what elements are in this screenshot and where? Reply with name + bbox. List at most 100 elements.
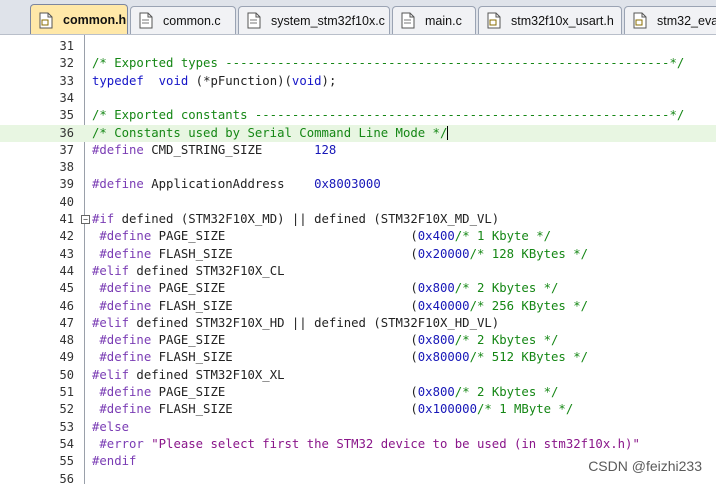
code-line[interactable]: 51 #define PAGE_SIZE (0x800/* 2 Kbytes *… — [0, 384, 716, 401]
code-line[interactable]: 46 #define FLASH_SIZE (0x40000/* 256 KBy… — [0, 298, 716, 315]
code-line[interactable]: 38 — [0, 159, 716, 176]
tab-common-c[interactable]: common.c — [130, 6, 236, 34]
code-token: PAGE_SIZE ( — [151, 229, 418, 244]
code-line[interactable]: 52 #define FLASH_SIZE (0x100000/* 1 MByt… — [0, 401, 716, 418]
code-token: /* 1 Kbyte */ — [454, 229, 552, 244]
code-token: 0x800 — [417, 281, 455, 296]
line-number: 37 — [59, 142, 74, 157]
code-text: #define FLASH_SIZE (0x40000/* 256 KBytes… — [92, 298, 588, 315]
editor-tab-bar: common.h common.c system_stm32f10x.c main.c… — [0, 0, 716, 35]
line-number: 38 — [59, 160, 74, 175]
text-cursor — [447, 126, 449, 140]
code-token: FLASH_SIZE ( — [151, 402, 418, 417]
code-line[interactable]: 45 #define PAGE_SIZE (0x800/* 2 Kbytes *… — [0, 280, 716, 297]
code-token: FLASH_SIZE ( — [151, 350, 418, 365]
code-text: #if defined (STM32F10X_MD) || defined (S… — [92, 211, 499, 228]
code-line[interactable]: 36 /* Constants used by Serial Command Li… — [0, 124, 716, 142]
source-file-icon — [401, 12, 415, 29]
tab-label: common.c — [163, 13, 221, 28]
code-token: FLASH_SIZE ( — [151, 246, 418, 261]
code-token: #define — [92, 385, 152, 399]
line-number: 36 — [59, 125, 74, 140]
header-file-icon — [39, 12, 53, 29]
code-token: defined STM32F10X_XL — [129, 367, 285, 382]
code-line[interactable]: 53 #else — [0, 419, 716, 436]
line-number: 32 — [59, 56, 74, 71]
code-text: #define FLASH_SIZE (0x100000/* 1 MByte *… — [92, 401, 573, 418]
code-token: /* 512 KBytes */ — [469, 350, 589, 365]
tab-label: stm32f10x_usart.h — [511, 13, 614, 28]
code-token: 0x800 — [417, 333, 455, 348]
code-text: #define PAGE_SIZE (0x800/* 2 Kbytes */ — [92, 332, 558, 349]
code-token: /* 256 KBytes */ — [469, 298, 589, 313]
code-token: 0x800 — [417, 385, 455, 399]
tab-main-c[interactable]: main.c — [392, 6, 476, 34]
fold-toggle-icon[interactable]: − — [81, 215, 90, 224]
line-number: 43 — [59, 246, 74, 261]
code-token: typedef — [92, 73, 144, 88]
code-line[interactable]: 42 #define PAGE_SIZE (0x400/* 1 Kbyte */ — [0, 228, 716, 245]
code-token: 0x80000 — [417, 350, 470, 365]
line-number: 50 — [59, 367, 74, 382]
code-line[interactable]: 44 #elif defined STM32F10X_CL — [0, 263, 716, 280]
code-token: ApplicationAddress — [143, 177, 315, 192]
code-token: /* Constants used by Serial Command Line… — [92, 125, 448, 140]
tab-common-h[interactable]: common.h — [30, 4, 128, 34]
code-line[interactable]: 49 #define FLASH_SIZE (0x80000/* 512 KBy… — [0, 349, 716, 366]
code-token: #define — [92, 229, 152, 244]
code-line[interactable]: 34 — [0, 90, 716, 107]
code-line[interactable]: 33 typedef void (*pFunction)(void); — [0, 73, 716, 90]
code-token: #define — [92, 177, 144, 192]
header-file-icon — [633, 12, 647, 29]
code-token: CMD_STRING_SIZE — [143, 142, 315, 157]
code-line[interactable]: 39 #define ApplicationAddress 0x8003000 — [0, 176, 716, 193]
code-token: /* 2 Kbytes */ — [454, 281, 559, 296]
code-line[interactable]: 37 #define CMD_STRING_SIZE 128 — [0, 142, 716, 159]
code-token: #define — [92, 281, 152, 296]
header-file-icon — [487, 12, 501, 29]
line-number: 34 — [59, 90, 74, 105]
code-line[interactable]: 31 — [0, 38, 716, 55]
code-text: /* Exported types ----------------------… — [92, 55, 684, 72]
code-line[interactable]: 40 — [0, 194, 716, 211]
code-token: /* Exported constants ------------------… — [92, 108, 685, 123]
tab-system-stm32f10x-c[interactable]: system_stm32f10x.c — [238, 6, 390, 34]
line-number: 47 — [59, 315, 74, 330]
line-number: 45 — [59, 281, 74, 296]
line-number: 49 — [59, 350, 74, 365]
code-text: typedef void (*pFunction)(void); — [92, 73, 336, 90]
code-line[interactable]: 54 #error "Please select first the STM32… — [0, 436, 716, 453]
tab-stm32f10x-usart-h[interactable]: stm32f10x_usart.h — [478, 6, 622, 34]
tab-stm32-eva[interactable]: stm32_eva — [624, 6, 716, 34]
code-line[interactable]: 43 #define FLASH_SIZE (0x20000/* 128 KBy… — [0, 246, 716, 263]
code-token: /* 128 KBytes */ — [469, 246, 589, 261]
code-token: #define — [92, 246, 152, 261]
code-line[interactable]: 35 /* Exported constants ----------------… — [0, 107, 716, 124]
code-token: /* 2 Kbytes */ — [454, 385, 559, 399]
line-number: 53 — [59, 419, 74, 434]
code-token: PAGE_SIZE ( — [151, 385, 418, 399]
code-token: #endif — [92, 454, 137, 469]
code-text: /* Constants used by Serial Command Line… — [92, 125, 449, 142]
tab-label: main.c — [425, 13, 462, 28]
code-token: #error — [92, 436, 144, 451]
code-token: (*pFunction)( — [188, 73, 292, 88]
code-token: defined STM32F10X_CL — [129, 263, 285, 278]
code-line[interactable]: 32 /* Exported types --------------------… — [0, 55, 716, 72]
code-token: #if — [92, 212, 115, 226]
code-token: defined STM32F10X_HD || defined (STM32F1… — [129, 315, 500, 330]
code-token: 0x8003000 — [314, 177, 381, 192]
code-line[interactable]: 48 #define PAGE_SIZE (0x800/* 2 Kbytes *… — [0, 332, 716, 349]
code-line[interactable]: 50 #elif defined STM32F10X_XL — [0, 367, 716, 384]
code-token: PAGE_SIZE ( — [151, 281, 418, 296]
code-token: void — [291, 73, 322, 88]
watermark: CSDN @feizhi233 — [588, 458, 702, 474]
code-line[interactable]: 41− #if defined (STM32F10X_MD) || defined… — [0, 211, 716, 228]
tab-label: system_stm32f10x.c — [271, 13, 385, 28]
source-file-icon — [139, 12, 153, 29]
code-token: #define — [92, 333, 152, 348]
tab-label: common.h — [63, 13, 127, 27]
code-line[interactable]: 47 #elif defined STM32F10X_HD || defined … — [0, 315, 716, 332]
code-token: #else — [92, 419, 130, 434]
